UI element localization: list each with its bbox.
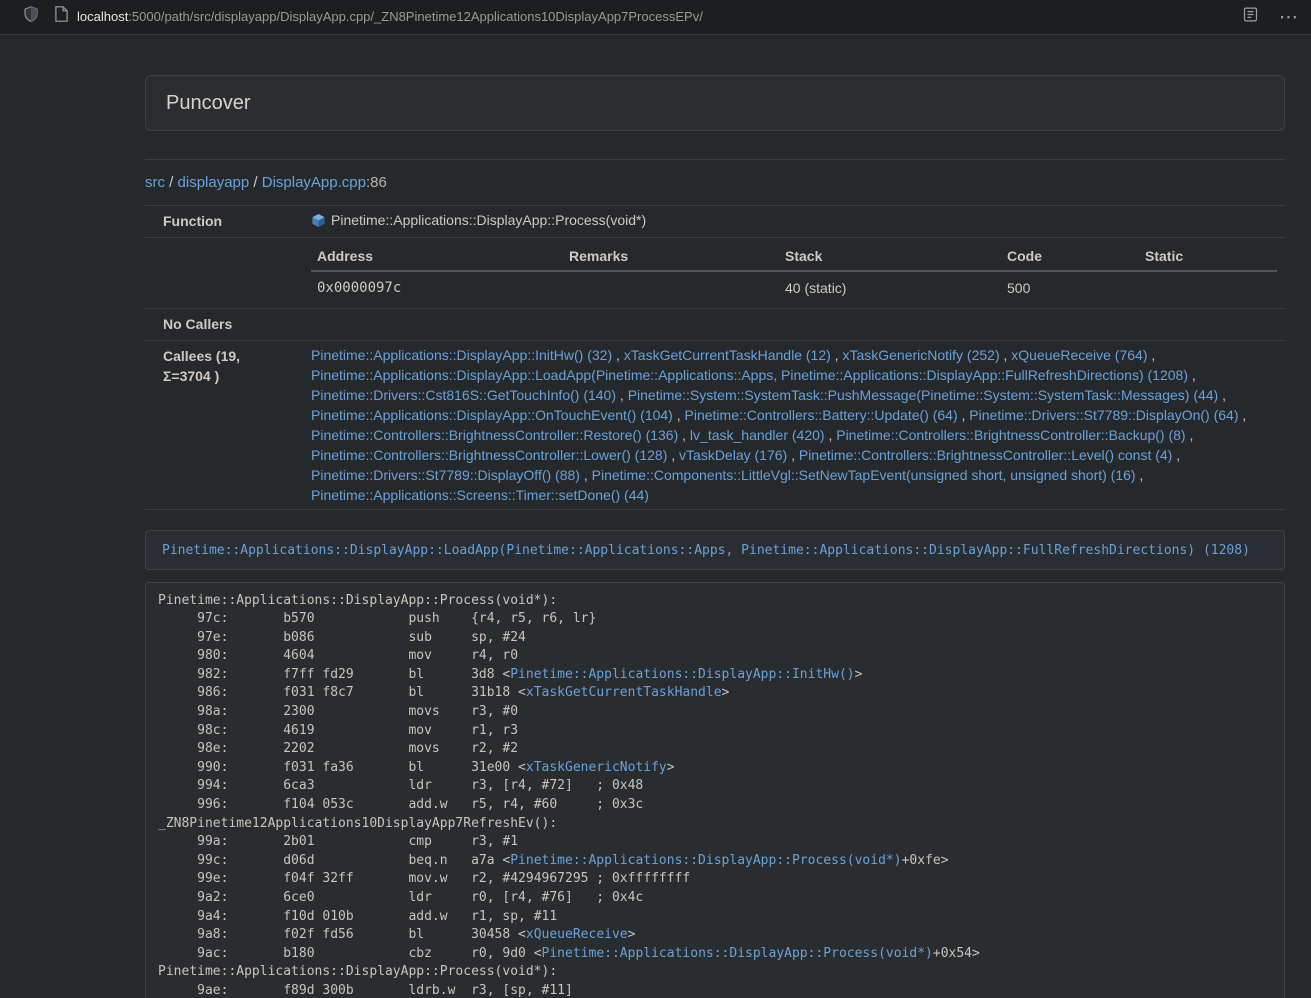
callee-link[interactable]: Pinetime::Controllers::BrightnessControl…	[836, 427, 1185, 443]
breadcrumb-link-src[interactable]: src	[145, 174, 165, 191]
callee-link[interactable]: Pinetime::Controllers::Battery::Update()…	[685, 407, 958, 423]
callee-link[interactable]: Pinetime::Controllers::BrightnessControl…	[311, 427, 678, 443]
page-title: Puncover	[166, 89, 1264, 117]
breadcrumb: src / displayapp / DisplayApp.cpp:86	[145, 172, 1285, 193]
callees-label: Callees (19, Σ=3704 )	[145, 340, 295, 509]
code-symbol-link[interactable]: Pinetime::Applications::DisplayApp::Init…	[510, 667, 854, 682]
callee-link[interactable]: Pinetime::Applications::DisplayApp::OnTo…	[311, 407, 673, 423]
callee-link[interactable]: lv_task_handler (420)	[690, 427, 825, 443]
reader-view-icon[interactable]	[1243, 7, 1258, 27]
code-symbol-link[interactable]: xQueueReceive	[526, 927, 628, 942]
url-path: :5000/path/src/displayapp/DisplayApp.cpp…	[128, 9, 703, 24]
disassembly: Pinetime::Applications::DisplayApp::Proc…	[145, 582, 1285, 998]
browser-toolbar: localhost:5000/path/src/displayapp/Displ…	[0, 0, 1311, 35]
callee-link[interactable]: Pinetime::Controllers::BrightnessControl…	[311, 447, 667, 463]
callee-link[interactable]: Pinetime::Drivers::St7789::DisplayOff() …	[311, 467, 580, 483]
callee-link[interactable]: Pinetime::Applications::DisplayApp::Init…	[311, 347, 612, 363]
callee-link[interactable]: Pinetime::Drivers::St7789::DisplayOn() (…	[969, 407, 1238, 423]
callee-link[interactable]: Pinetime::Controllers::BrightnessControl…	[799, 447, 1172, 463]
callee-link[interactable]: Pinetime::Applications::Screens::Timer::…	[311, 487, 649, 503]
url-bar[interactable]: localhost:5000/path/src/displayapp/Displ…	[77, 8, 703, 27]
callers-cell	[295, 309, 1285, 340]
code-symbol-link[interactable]: xTaskGenericNotify	[526, 760, 667, 775]
column-stack: Stack	[779, 242, 1001, 271]
code-symbol-link[interactable]: Pinetime::Applications::DisplayApp::Proc…	[510, 853, 901, 868]
code-symbol-link[interactable]: Pinetime::Applications::DisplayApp::Proc…	[542, 946, 933, 961]
page-icon	[55, 6, 68, 27]
callees-cell: Pinetime::Applications::DisplayApp::Init…	[295, 340, 1285, 509]
breadcrumb-link-displayapp.cpp[interactable]: DisplayApp.cpp	[262, 174, 366, 191]
callee-link[interactable]: Pinetime::System::SystemTask::PushMessag…	[628, 387, 1219, 403]
code-symbol-link[interactable]: xTaskGetCurrentTaskHandle	[526, 685, 722, 700]
details-row: Address Remarks Stack Code Static 0x0000…	[145, 238, 1285, 309]
remarks-value	[563, 271, 779, 304]
function-name: Pinetime::Applications::DisplayApp::Proc…	[331, 212, 646, 228]
callee-link[interactable]: Pinetime::Drivers::Cst816S::GetTouchInfo…	[311, 387, 616, 403]
callee-link[interactable]: Pinetime::Applications::DisplayApp::Load…	[311, 367, 1188, 383]
static-size-value	[1139, 271, 1277, 304]
details-cell: Address Remarks Stack Code Static 0x0000…	[295, 238, 1285, 309]
no-callers-label: No Callers	[145, 309, 295, 340]
function-row: Function Pinetime::Applications::Display…	[145, 206, 1285, 238]
shield-icon[interactable]	[22, 4, 40, 29]
details-row-spacer	[145, 238, 295, 309]
column-static: Static	[1139, 242, 1277, 271]
breadcrumb-separator: /	[165, 174, 178, 191]
breadcrumb-link-displayapp[interactable]: displayapp	[178, 174, 250, 191]
divider	[145, 159, 1285, 160]
callee-link[interactable]: xTaskGetCurrentTaskHandle (12)	[624, 347, 831, 363]
function-cell: Pinetime::Applications::DisplayApp::Proc…	[295, 206, 1285, 238]
callee-link[interactable]: xTaskGenericNotify (252)	[842, 347, 999, 363]
function-type-icon	[311, 213, 326, 233]
column-address: Address	[311, 242, 563, 271]
detail-header-row: Address Remarks Stack Code Static	[311, 242, 1277, 271]
callee-link[interactable]: xQueueReceive (764)	[1011, 347, 1147, 363]
function-row-label: Function	[145, 206, 295, 238]
highlighted-callee-panel: Pinetime::Applications::DisplayApp::Load…	[145, 530, 1285, 570]
column-code: Code	[1001, 242, 1139, 271]
highlighted-callee-link[interactable]: Pinetime::Applications::DisplayApp::Load…	[162, 543, 1250, 558]
breadcrumb-separator: /	[249, 174, 262, 191]
detail-value-row: 0x0000097c 40 (static) 500	[311, 271, 1277, 304]
column-remarks: Remarks	[563, 242, 779, 271]
callees-row: Callees (19, Σ=3704 ) Pinetime::Applicat…	[145, 340, 1285, 509]
app-header: Puncover	[145, 75, 1285, 131]
callee-link[interactable]: vTaskDelay (176)	[679, 447, 787, 463]
callee-link[interactable]: Pinetime::Components::LittleVgl::SetNewT…	[592, 467, 1136, 483]
toolbar-right-actions: ⋯	[1243, 0, 1299, 35]
address-value: 0x0000097c	[311, 271, 563, 304]
breadcrumb-line-number: :86	[366, 174, 387, 191]
page-content: Puncover src / displayapp / DisplayApp.c…	[145, 35, 1285, 998]
detail-table: Address Remarks Stack Code Static 0x0000…	[311, 242, 1277, 304]
code-size-value: 500	[1001, 271, 1139, 304]
callers-row: No Callers	[145, 309, 1285, 340]
stack-value: 40 (static)	[779, 271, 1001, 304]
overflow-menu-icon[interactable]: ⋯	[1279, 8, 1299, 27]
url-host: localhost	[77, 9, 128, 24]
symbol-table: Function Pinetime::Applications::Display…	[145, 205, 1285, 509]
